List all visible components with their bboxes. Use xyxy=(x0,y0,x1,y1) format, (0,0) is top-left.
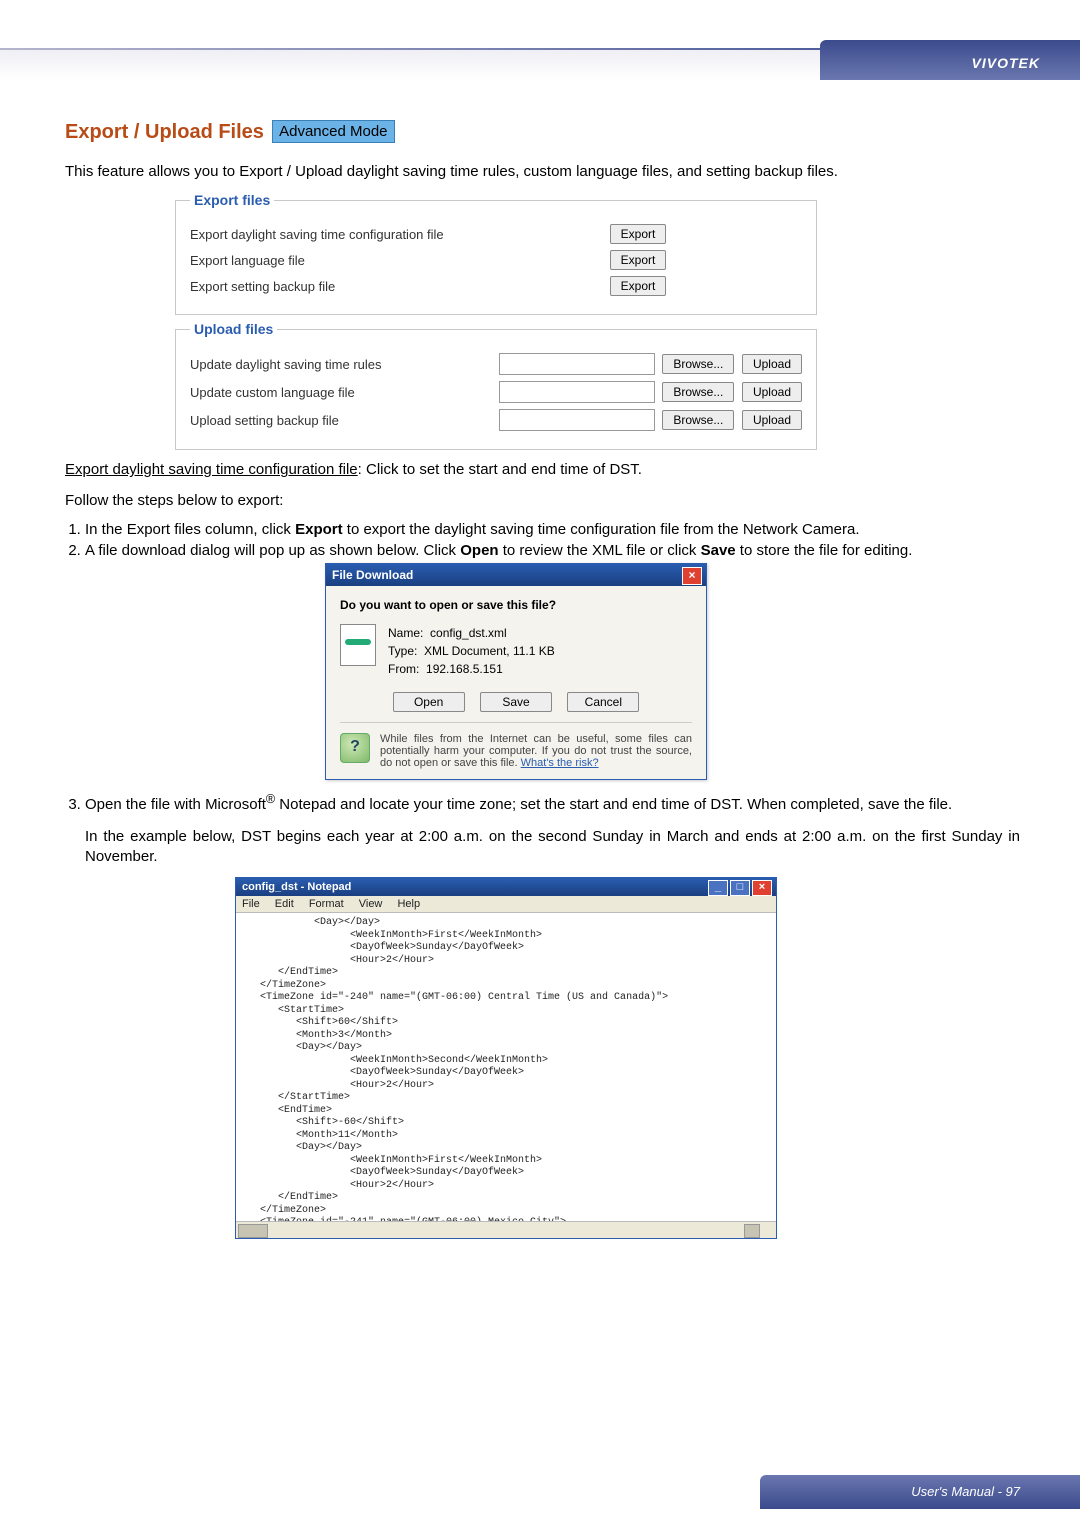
notepad-title: config_dst - Notepad xyxy=(242,881,351,893)
upload-files-legend: Upload files xyxy=(190,321,277,337)
dialog-cancel-button[interactable]: Cancel xyxy=(567,692,639,712)
upload-backup-label: Upload setting backup file xyxy=(190,413,470,428)
minimize-button[interactable]: _ xyxy=(708,880,728,896)
export-files-panel: Export files Export daylight saving time… xyxy=(175,192,817,315)
steps-intro: Follow the steps below to export: xyxy=(65,491,1020,511)
page-number: 97 xyxy=(1006,1484,1020,1499)
export-backup-label: Export setting backup file xyxy=(190,279,470,294)
footer: User's Manual - 97 xyxy=(911,1484,1020,1499)
export-row-backup: Export setting backup file Export xyxy=(190,276,802,296)
upload-language-path-input[interactable] xyxy=(499,381,655,403)
upload-dst-browse-button[interactable]: Browse... xyxy=(662,354,734,374)
export-files-legend: Export files xyxy=(190,192,274,208)
step-2: A file download dialog will pop up as sh… xyxy=(85,542,1020,780)
step-3: Open the file with Microsoft® Notepad an… xyxy=(85,792,1020,1240)
shield-icon xyxy=(340,733,370,763)
dialog-warning-text: While files from the Internet can be use… xyxy=(380,733,692,769)
export-row-dst: Export daylight saving time configuratio… xyxy=(190,224,802,244)
brand-label: VIVOTEK xyxy=(972,55,1040,71)
notepad-window: config_dst - Notepad _ □ × File Edit For… xyxy=(235,877,777,1239)
maximize-button[interactable]: □ xyxy=(730,880,750,896)
export-backup-button[interactable]: Export xyxy=(610,276,667,296)
hscroll-thumb[interactable] xyxy=(238,1224,268,1238)
notepad-menubar: File Edit Format View Help xyxy=(236,896,776,913)
export-language-label: Export language file xyxy=(190,253,470,268)
menu-format[interactable]: Format xyxy=(309,898,344,910)
horizontal-scrollbar[interactable] xyxy=(236,1221,776,1238)
upload-backup-path-input[interactable] xyxy=(499,409,655,431)
upload-backup-upload-button[interactable]: Upload xyxy=(742,410,802,430)
dialog-title: File Download xyxy=(332,568,413,582)
export-language-button[interactable]: Export xyxy=(610,250,667,270)
whats-the-risk-link[interactable]: What's the risk? xyxy=(521,757,599,769)
menu-edit[interactable]: Edit xyxy=(275,898,294,910)
file-download-dialog: File Download × Do you want to open or s… xyxy=(325,563,707,780)
dialog-open-button[interactable]: Open xyxy=(393,692,465,712)
xml-file-icon xyxy=(340,624,376,666)
menu-view[interactable]: View xyxy=(359,898,383,910)
dialog-question: Do you want to open or save this file? xyxy=(340,598,692,612)
hscroll-right-icon[interactable] xyxy=(744,1224,760,1238)
close-button[interactable]: × xyxy=(752,880,772,896)
menu-help[interactable]: Help xyxy=(397,898,420,910)
upload-backup-browse-button[interactable]: Browse... xyxy=(662,410,734,430)
notepad-editor[interactable]: <Day></Day> <WeekInMonth>First</WeekInMo… xyxy=(236,913,776,1221)
export-row-language: Export language file Export xyxy=(190,250,802,270)
upload-language-label: Update custom language file xyxy=(190,385,470,400)
upload-row-language: Update custom language file Browse... Up… xyxy=(190,381,802,403)
advanced-mode-badge: Advanced Mode xyxy=(272,120,394,143)
export-dst-desc-underline: Export daylight saving time configuratio… xyxy=(65,461,358,478)
dialog-close-button[interactable]: × xyxy=(682,567,702,585)
dialog-file-info: Name: config_dst.xml Type: XML Document,… xyxy=(388,624,555,678)
dialog-save-button[interactable]: Save xyxy=(480,692,552,712)
step-1: In the Export files column, click Export… xyxy=(85,521,1020,538)
upload-row-dst: Update daylight saving time rules Browse… xyxy=(190,353,802,375)
intro-text: This feature allows you to Export / Uplo… xyxy=(65,162,1020,182)
export-dst-button[interactable]: Export xyxy=(610,224,667,244)
notepad-titlebar[interactable]: config_dst - Notepad _ □ × xyxy=(236,878,776,896)
section-title: Export / Upload Files xyxy=(65,121,264,143)
menu-file[interactable]: File xyxy=(242,898,260,910)
upload-dst-upload-button[interactable]: Upload xyxy=(742,354,802,374)
example-text: In the example below, DST begins each ye… xyxy=(85,827,1020,868)
upload-files-panel: Upload files Update daylight saving time… xyxy=(175,321,817,450)
export-dst-desc: Export daylight saving time configuratio… xyxy=(65,460,1020,480)
upload-language-browse-button[interactable]: Browse... xyxy=(662,382,734,402)
dialog-titlebar[interactable]: File Download × xyxy=(326,564,706,586)
upload-language-upload-button[interactable]: Upload xyxy=(742,382,802,402)
upload-dst-label: Update daylight saving time rules xyxy=(190,357,470,372)
upload-row-backup: Upload setting backup file Browse... Upl… xyxy=(190,409,802,431)
upload-dst-path-input[interactable] xyxy=(499,353,655,375)
export-dst-label: Export daylight saving time configuratio… xyxy=(190,227,470,242)
